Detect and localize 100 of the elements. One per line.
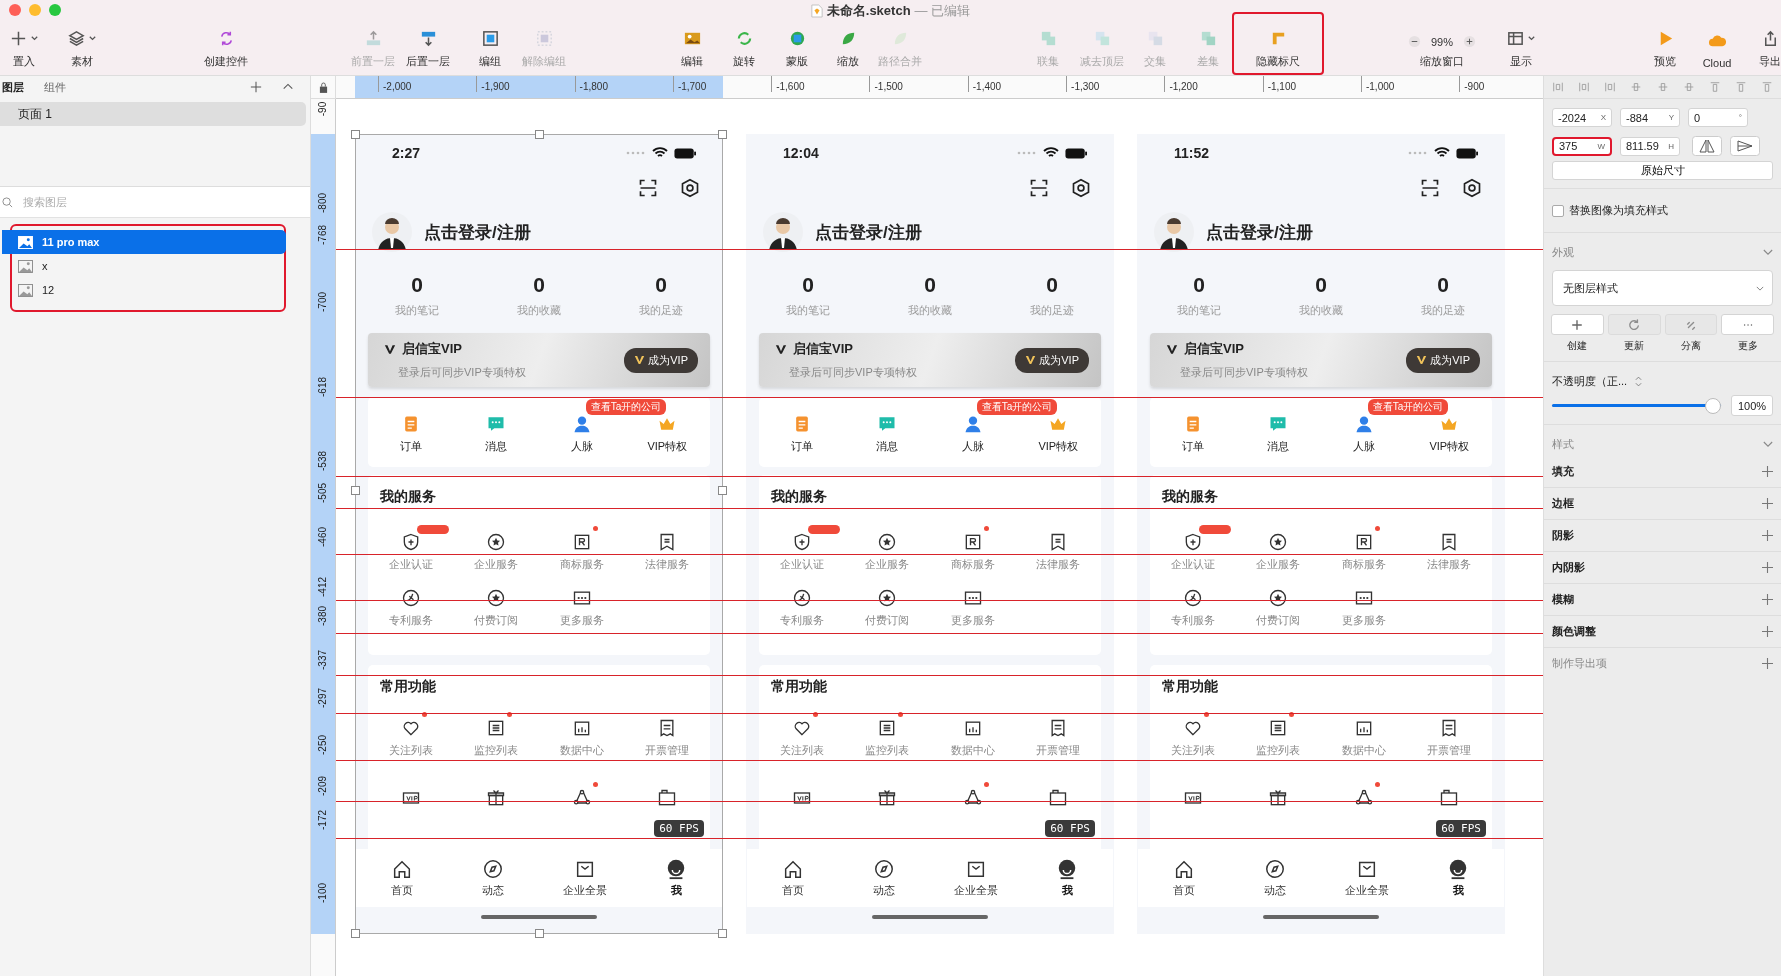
toolbar-button[interactable]: 后置一层 (404, 20, 452, 75)
service-item[interactable]: 企业服务 (1236, 524, 1321, 572)
vip-card[interactable]: 启信宝VIP 登录后可同步VIP专项特权 成为VIP (368, 333, 710, 387)
toolbar-button[interactable]: 旋转 (720, 20, 768, 75)
service-item[interactable]: 企业认证 (759, 524, 844, 572)
tab-item[interactable]: 动态 (1229, 858, 1321, 898)
menu-item[interactable]: 消息 (485, 414, 508, 454)
layer-item[interactable]: 12 (2, 278, 286, 302)
chevron-icon[interactable] (1763, 249, 1773, 256)
tab-item[interactable]: 企业全景 (539, 858, 631, 898)
menu-item[interactable]: 订单 (1181, 414, 1204, 454)
settings-icon[interactable] (1462, 178, 1482, 198)
service-item[interactable]: 企业服务 (845, 524, 930, 572)
become-vip-button[interactable]: 成为VIP (1406, 347, 1480, 373)
become-vip-button[interactable]: 成为VIP (1015, 347, 1089, 373)
service-item[interactable]: 法律服务 (1016, 524, 1101, 572)
tab-item[interactable]: 动态 (447, 858, 539, 898)
service-item[interactable]: 更多服务 (930, 580, 1015, 628)
phone-screen[interactable]: 12:04 点击登录/注册 0 我的笔记 0 我的收藏 0 我的足迹 启信宝VIP 登录后可同步VIP专项特权 成为VIP 订单 消息 查看Ta开的公司 人脉 VIP特权 我的服务 企业认证 企业服务 商标服务 法律服务 专利服务 付费订阅 更多服务 常用功能 关注列表 监控列表 数据中心 开票管理 60 FPS 首页 动态 企业全景 我 (746, 134, 1114, 934)
login-link[interactable]: 点击登录/注册 (1206, 220, 1313, 244)
toolbar-button[interactable]: 素材 (58, 20, 106, 75)
style-dropdown[interactable]: 无图层样式 (1552, 270, 1773, 306)
toolbar-button[interactable]: 隐藏标尺 (1232, 12, 1324, 75)
menu-item[interactable]: VIP特权 (1429, 414, 1470, 454)
service-item[interactable]: 专利服务 (759, 580, 844, 628)
menu-item[interactable]: 消息 (876, 414, 899, 454)
number-field[interactable]: 0 ° (1688, 108, 1748, 127)
service-item[interactable]: 专利服务 (1150, 580, 1235, 628)
search-field[interactable]: 搜索图层 (21, 195, 310, 209)
service-item[interactable]: 企业认证 (1150, 524, 1235, 572)
service-item[interactable]: 商标服务 (930, 524, 1015, 572)
function-item[interactable]: 开票管理 (1016, 710, 1101, 758)
phone-screen[interactable]: 11:52 点击登录/注册 0 我的笔记 0 我的收藏 0 我的足迹 启信宝VIP 登录后可同步VIP专项特权 成为VIP 订单 消息 查看Ta开的公司 人脉 VIP特权 我的服务 企业认证 企业服务 商标服务 法律服务 专利服务 付费订阅 更多服务 常用功能 关注列表 监控列表 数据中心 开票管理 60 FPS 首页 动态 企业全景 我 (1137, 134, 1505, 934)
function-item[interactable]: 数据中心 (539, 710, 624, 758)
settings-icon[interactable] (1071, 178, 1091, 198)
add-icon[interactable] (250, 81, 262, 93)
number-field[interactable]: 375 W (1552, 136, 1612, 156)
add-icon[interactable] (1762, 658, 1773, 669)
chevron-icon[interactable] (1763, 441, 1773, 448)
page-item[interactable]: 页面 1 (0, 102, 306, 126)
service-item[interactable]: 企业认证 (368, 524, 453, 572)
add-icon[interactable] (1762, 498, 1773, 509)
close-button[interactable] (9, 4, 21, 16)
scan-icon[interactable] (1029, 178, 1049, 198)
tab-item[interactable]: 动态 (838, 858, 930, 898)
service-item[interactable]: 更多服务 (1321, 580, 1406, 628)
add-icon[interactable] (1762, 594, 1773, 605)
service-item[interactable]: 专利服务 (368, 580, 453, 628)
become-vip-button[interactable]: 成为VIP (624, 347, 698, 373)
number-field[interactable]: -884 Y (1620, 108, 1680, 127)
zoom-in-icon[interactable] (1463, 35, 1476, 48)
flip-horizontal-icon[interactable] (1692, 136, 1722, 156)
flip-vertical-icon[interactable] (1730, 136, 1760, 156)
login-link[interactable]: 点击登录/注册 (424, 220, 531, 244)
service-item[interactable]: 法律服务 (1407, 524, 1492, 572)
toolbar-button[interactable]: 缩放 (824, 20, 872, 75)
function-item[interactable]: 开票管理 (1407, 710, 1492, 758)
menu-item[interactable]: 人脉 (1352, 414, 1375, 454)
service-item[interactable]: 更多服务 (539, 580, 624, 628)
zoom-out-icon[interactable] (1408, 35, 1421, 48)
tab-item[interactable]: 首页 (1138, 858, 1230, 898)
add-icon[interactable] (1762, 466, 1773, 477)
number-field[interactable]: 811.59 H (1620, 136, 1680, 156)
tab-item[interactable]: 首页 (356, 858, 448, 898)
layer-item[interactable]: 11 pro max (2, 230, 286, 254)
vip-card[interactable]: 启信宝VIP 登录后可同步VIP专项特权 成为VIP (1150, 333, 1492, 387)
menu-item[interactable]: 订单 (399, 414, 422, 454)
toolbar-button[interactable]: 编辑 (668, 20, 716, 75)
service-item[interactable]: 法律服务 (625, 524, 710, 572)
service-item[interactable]: 付费订阅 (454, 580, 539, 628)
toolbar-button[interactable]: 置入 (0, 20, 48, 75)
service-item[interactable]: 商标服务 (539, 524, 624, 572)
toolbar-button[interactable]: 编组 (466, 20, 514, 75)
tab-item[interactable]: 首页 (747, 858, 839, 898)
function-item[interactable]: 数据中心 (930, 710, 1015, 758)
toolbar-button[interactable]: Cloud (1693, 20, 1741, 75)
menu-item[interactable]: 消息 (1267, 414, 1290, 454)
opacity-field[interactable]: 100% (1731, 395, 1773, 416)
add-icon[interactable] (1762, 626, 1773, 637)
service-item[interactable]: 商标服务 (1321, 524, 1406, 572)
service-item[interactable]: 付费订阅 (1236, 580, 1321, 628)
original-size-button[interactable]: 原始尺寸 (1552, 161, 1773, 180)
lock-icon[interactable] (318, 81, 328, 93)
menu-item[interactable]: 人脉 (961, 414, 984, 454)
login-link[interactable]: 点击登录/注册 (815, 220, 922, 244)
add-icon[interactable] (1762, 530, 1773, 541)
panel-tab[interactable]: 图层 (2, 76, 24, 98)
number-field[interactable]: -2024 X (1552, 108, 1612, 127)
vip-card[interactable]: 启信宝VIP 登录后可同步VIP专项特权 成为VIP (759, 333, 1101, 387)
tab-item[interactable]: 企业全景 (1321, 858, 1413, 898)
add-icon[interactable] (1762, 562, 1773, 573)
menu-item[interactable]: 订单 (790, 414, 813, 454)
layer-item[interactable]: x (2, 254, 286, 278)
tab-item[interactable]: 我 (630, 858, 722, 898)
opacity-slider[interactable] (1552, 397, 1721, 414)
scan-icon[interactable] (1420, 178, 1440, 198)
function-item[interactable]: 数据中心 (1321, 710, 1406, 758)
tab-item[interactable]: 我 (1412, 858, 1504, 898)
tab-item[interactable]: 企业全景 (930, 858, 1022, 898)
search-bar[interactable]: 搜索图层 (0, 187, 310, 218)
